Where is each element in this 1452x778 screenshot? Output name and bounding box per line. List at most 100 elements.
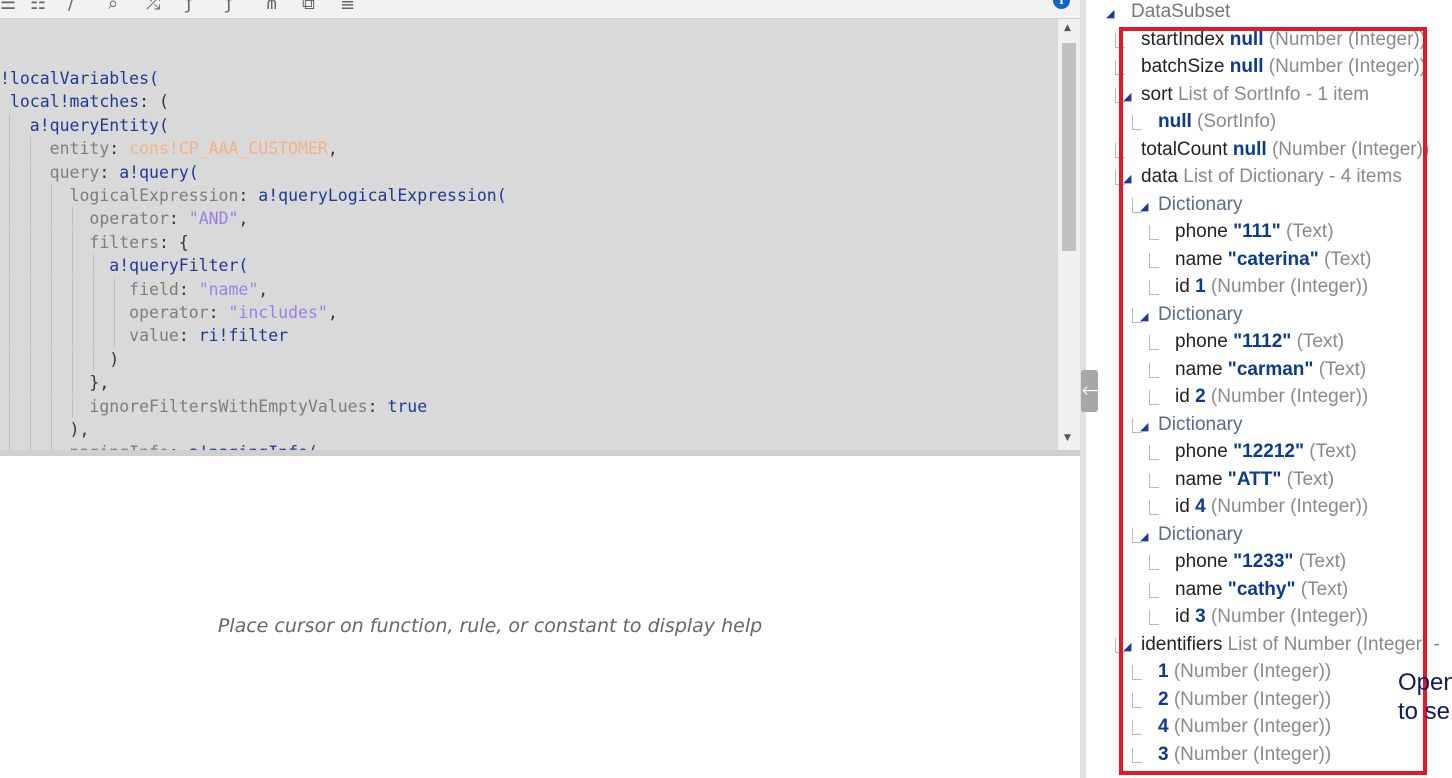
indent-guide bbox=[50, 254, 52, 278]
indent-guide bbox=[8, 324, 10, 348]
tree-connector bbox=[1115, 170, 1116, 185]
code-line: operator: "AND", bbox=[0, 207, 249, 231]
code-line: }, bbox=[0, 371, 110, 395]
indent-guide bbox=[29, 324, 31, 348]
code-token: operator bbox=[0, 303, 209, 322]
pane-splitter[interactable] bbox=[0, 450, 1080, 456]
code-token: a!pagingInfo( bbox=[189, 443, 318, 450]
indent-guide bbox=[92, 277, 94, 301]
indent-guide bbox=[29, 184, 31, 207]
function-icon[interactable]: ƒ bbox=[186, 0, 192, 14]
code-line: entity: cons!CP_AAA_CUSTOMER, bbox=[0, 137, 338, 161]
indent-guide bbox=[8, 207, 10, 231]
code-line: !localVariables( bbox=[0, 67, 159, 90]
indent-guide bbox=[71, 277, 73, 301]
indent-guide bbox=[8, 418, 10, 441]
indent-guide bbox=[71, 230, 73, 254]
indent-guide bbox=[50, 418, 52, 441]
indent-guide bbox=[8, 394, 10, 418]
list-icon[interactable]: ☰ bbox=[0, 0, 16, 14]
rule-icon[interactable]: ƒ bbox=[226, 0, 232, 14]
scroll-up-icon[interactable]: ▲ bbox=[1064, 23, 1071, 33]
code-token: : bbox=[367, 396, 388, 416]
code-token: filters bbox=[0, 232, 159, 252]
code-line: a!queryEntity( bbox=[0, 113, 169, 137]
code-editor[interactable]: !localVariables( local!matches: ( a!quer… bbox=[0, 19, 1058, 450]
code-line: query: a!query( bbox=[0, 160, 199, 184]
indent-guide bbox=[29, 230, 31, 254]
code-token: : bbox=[178, 326, 199, 346]
indent-guide bbox=[50, 347, 52, 371]
code-line: ignoreFiltersWithEmptyValues: true bbox=[0, 394, 428, 418]
code-token: : ( bbox=[139, 92, 169, 112]
code-token: : bbox=[169, 443, 189, 450]
numbered-list-icon[interactable]: ☷ bbox=[30, 0, 46, 14]
indent-guide bbox=[8, 441, 10, 450]
open-hint: Open to se bbox=[1398, 669, 1452, 725]
indent-guide bbox=[8, 277, 10, 301]
tree-connector bbox=[1115, 142, 1116, 158]
indent-guide bbox=[8, 113, 10, 137]
code-token: , bbox=[327, 303, 338, 322]
indent-guide bbox=[29, 441, 31, 450]
indent-guide bbox=[50, 441, 52, 450]
indent-guide bbox=[29, 160, 31, 184]
indent-guide bbox=[50, 184, 52, 207]
indent-guide bbox=[29, 394, 31, 418]
code-token: : bbox=[238, 186, 259, 205]
indent-guide bbox=[92, 347, 94, 371]
triangle-expanded-icon[interactable]: ◢ bbox=[1106, 7, 1114, 20]
collapse-panel-button[interactable]: 🡐 bbox=[1081, 370, 1119, 412]
search-icon[interactable]: ⌕ bbox=[108, 0, 118, 14]
comment-icon[interactable]: / bbox=[68, 0, 74, 14]
code-token: ri!filter bbox=[198, 326, 289, 346]
find-icon[interactable]: ≣ bbox=[340, 0, 355, 14]
indent-guide bbox=[71, 254, 73, 278]
help-icon[interactable]: i bbox=[1053, 0, 1070, 9]
indent-guide bbox=[71, 371, 73, 395]
code-token: "AND" bbox=[188, 209, 239, 229]
indent-guide bbox=[71, 207, 73, 231]
code-token: value bbox=[0, 326, 179, 346]
indent-guide bbox=[29, 277, 31, 301]
tree-row[interactable]: DataSubset bbox=[1131, 0, 1230, 25]
indent-guide bbox=[113, 301, 115, 324]
highlight-box bbox=[1119, 27, 1427, 775]
code-token: , bbox=[238, 209, 249, 229]
code-token: a!queryLogicalExpression( bbox=[258, 186, 507, 205]
tree-label: DataSubset bbox=[1131, 1, 1231, 22]
scrollbar-thumb[interactable] bbox=[1062, 43, 1076, 251]
copy-icon[interactable]: ⧉ bbox=[302, 0, 315, 14]
editor-scrollbar[interactable]: ▲ ▼ bbox=[1058, 19, 1080, 450]
code-token: query bbox=[0, 162, 100, 182]
code-token: field bbox=[0, 279, 179, 299]
indent-guide bbox=[29, 207, 31, 231]
code-line: ), bbox=[0, 418, 89, 441]
code-token: cons!CP_AAA_CUSTOMER bbox=[129, 139, 328, 159]
indent-guide bbox=[113, 324, 115, 348]
code-token: }, bbox=[0, 373, 110, 393]
code-token: "includes" bbox=[228, 303, 328, 322]
indent-guide bbox=[71, 394, 73, 418]
scroll-down-icon[interactable]: ▼ bbox=[1064, 433, 1071, 443]
editor-toolbar: ☰ ☷ / ⌕ ⤮ ƒ ƒ ⋔ ⧉ ≣ i bbox=[0, 0, 1080, 19]
code-token: a!queryEntity( bbox=[0, 115, 169, 135]
arrow-left-icon: 🡐 bbox=[1081, 383, 1119, 399]
code-token: true bbox=[387, 396, 428, 416]
indent-guide bbox=[8, 347, 10, 371]
code-token: !localVariables( bbox=[0, 69, 159, 88]
indent-guide bbox=[50, 324, 52, 348]
indent-guide bbox=[50, 207, 52, 231]
expression-icon[interactable]: ⋔ bbox=[264, 0, 279, 14]
code-line: value: ri!filter bbox=[0, 324, 289, 348]
code-token: : bbox=[208, 303, 229, 322]
indent-guide bbox=[29, 137, 31, 161]
code-line: operator: "includes", bbox=[0, 301, 338, 324]
code-token: a!query( bbox=[119, 162, 199, 182]
code-line: pagingInfo: a!pagingInfo( bbox=[0, 441, 318, 450]
indent-guide bbox=[50, 371, 52, 395]
code-line: local!matches: ( bbox=[0, 90, 169, 113]
code-line: field: "name", bbox=[0, 277, 268, 301]
shuffle-icon[interactable]: ⤮ bbox=[146, 0, 160, 14]
indent-guide bbox=[29, 254, 31, 278]
